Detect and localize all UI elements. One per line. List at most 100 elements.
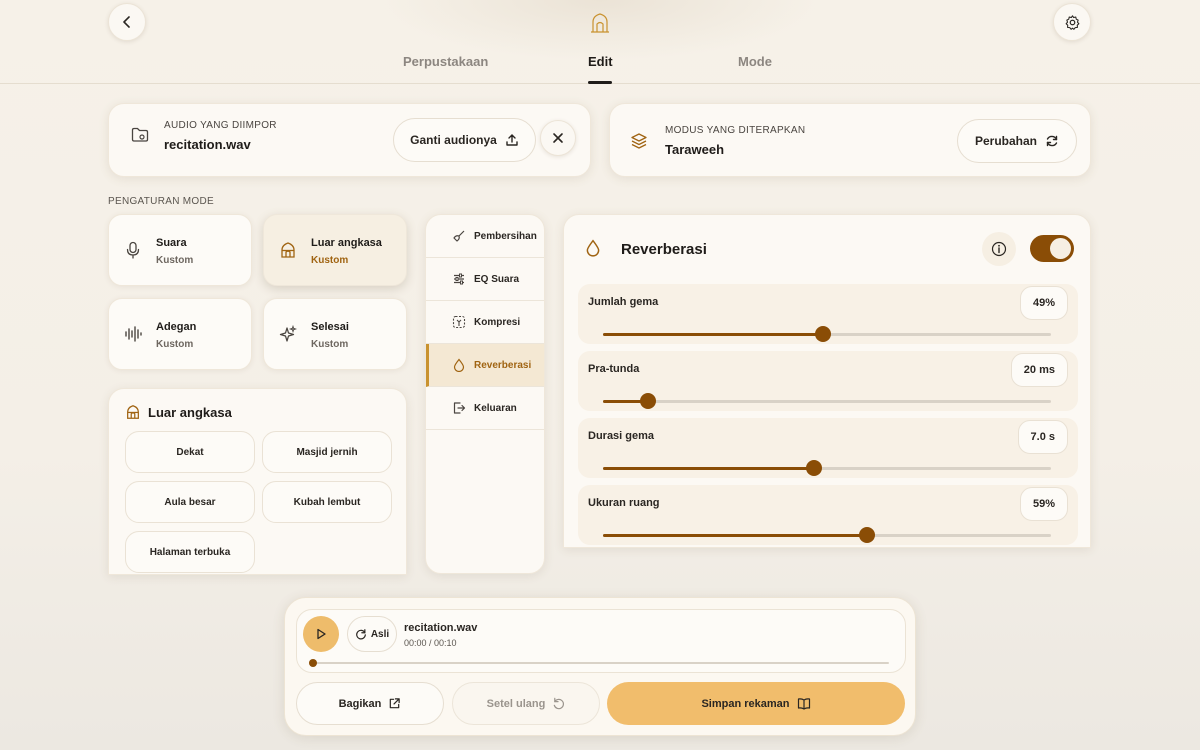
mode-tile-finish[interactable]: Selesai Kustom [263,298,407,370]
sliders-icon [454,273,464,285]
share-icon [390,698,401,709]
audio-caption: AUDIO YANG DIIMPOR [164,120,277,131]
mode-tile-space[interactable]: Luar angkasa Kustom [263,214,407,286]
microphone-icon [126,241,140,259]
param-value-box[interactable]: 49% [1019,286,1068,320]
layers-icon [631,133,647,149]
mode-tile-sub: Kustom [311,255,349,266]
param-row-decay-time: Durasi gema 7.0 s [578,418,1078,478]
back-button[interactable] [108,3,146,41]
player-file-name: recitation.wav [404,622,478,634]
refresh-icon [355,629,366,640]
active-tab-indicator [588,81,612,84]
refresh-icon [1046,135,1058,147]
param-value-box[interactable]: 7.0 s [1017,420,1068,454]
tab-library[interactable]: Perpustakaan [403,54,488,69]
reset-button[interactable]: Setel ulang [452,682,600,725]
param-row-wet-amount: Jumlah gema 49% [578,284,1078,344]
slider-thumb[interactable] [859,527,876,543]
preset-great-hall[interactable]: Aula besar [125,481,255,523]
folder-audio-icon [131,127,149,142]
space-presets-card: Luar angkasa Dekat Masjid jernih Aula be… [108,388,407,575]
slider-thumb[interactable] [814,326,831,342]
mode-tile-scene[interactable]: Adegan Kustom [108,298,252,370]
change-mode-label: Perubahan [974,134,1037,148]
reverb-enable-toggle[interactable] [1030,235,1074,262]
original-label: Asli [370,628,390,640]
compress-icon [452,315,466,329]
tab-edit[interactable]: Edit [588,54,613,69]
chevron-left-icon [123,16,130,28]
share-button[interactable]: Bagikan [296,682,444,725]
slider-fill [603,534,868,537]
effect-item-cleanup[interactable]: Pembersihan [426,215,544,258]
mode-tile-title: Luar angkasa [311,237,382,249]
mosque-logo-icon [591,13,609,33]
sparkle-icon [279,325,297,342]
mode-tile-voice[interactable]: Suara Kustom [108,214,252,286]
save-recording-button[interactable]: Simpan rekaman [607,682,905,725]
change-mode-button[interactable]: Perubahan [957,119,1077,163]
droplet-icon [453,358,465,372]
param-slider[interactable] [603,460,1051,476]
info-icon [991,241,1007,257]
param-label: Jumlah gema [588,296,659,308]
mosque-icon [281,242,295,258]
droplet-icon [586,239,600,257]
playback-thumb[interactable] [309,659,317,667]
mode-tile-sub: Kustom [156,339,194,350]
save-label: Simpan rekaman [701,697,790,710]
effect-label: EQ Suara [474,273,520,285]
output-icon [453,402,466,414]
player-bar: Asli recitation.wav 00:00 / 00:10 [296,609,906,673]
settings-button[interactable] [1053,3,1091,41]
effect-label: Pembersihan [474,230,537,242]
slider-thumb[interactable] [805,460,822,476]
param-row-room-size: Ukuran ruang 59% [578,485,1078,545]
effect-label: Kompresi [474,316,521,328]
mosque-icon [127,405,139,419]
close-icon [553,133,563,143]
param-slider[interactable] [603,527,1051,543]
mode-caption: MODUS YANG DITERAPKAN [665,125,806,136]
param-value-box[interactable]: 20 ms [1010,353,1068,387]
toggle-knob [1050,238,1071,259]
broom-icon [453,230,465,242]
effect-item-voice-eq[interactable]: EQ Suara [426,258,544,301]
change-audio-button[interactable]: Ganti audionya [393,118,536,162]
waveform-icon [125,326,142,342]
tab-mode[interactable]: Mode [738,54,772,69]
effect-item-reverb[interactable]: Reverberasi [426,344,544,387]
share-label: Bagikan [338,697,382,710]
playback-progress-bar[interactable] [309,659,889,667]
main-tabs: Perpustakaan Edit Mode [0,40,1200,84]
play-button[interactable] [303,616,339,652]
change-audio-label: Ganti audionya [410,133,497,147]
reverb-title: Reverberasi [621,241,707,258]
param-value-box[interactable]: 59% [1019,487,1068,521]
upload-icon [506,134,518,146]
param-slider[interactable] [603,393,1051,409]
slider-thumb[interactable] [639,393,656,409]
preset-clear-mosque[interactable]: Masjid jernih [262,431,392,473]
mode-tile-title: Suara [156,237,187,249]
effect-item-compression[interactable]: Kompresi [426,301,544,344]
preset-near[interactable]: Dekat [125,431,255,473]
mode-tile-title: Adegan [156,321,197,333]
param-row-pre-delay: Pra-tunda 20 ms [578,351,1078,411]
reverb-info-button[interactable] [982,232,1016,266]
play-icon [317,628,326,640]
param-slider[interactable] [603,326,1051,342]
remove-audio-button[interactable] [540,120,576,156]
preset-open-courtyard[interactable]: Halaman terbuka [125,531,255,573]
effect-label: Keluaran [474,402,517,414]
reverb-panel: Reverberasi Jumlah gema 49% Pra-tunda 20… [563,214,1091,548]
book-icon [797,698,810,710]
mode-tile-sub: Kustom [311,339,349,350]
effect-item-output[interactable]: Keluaran [426,387,544,430]
audio-file-name: recitation.wav [164,137,251,152]
preset-soft-dome[interactable]: Kubah lembut [262,481,392,523]
param-label: Ukuran ruang [588,497,660,509]
original-toggle-button[interactable]: Asli [347,616,397,652]
presets-title: Luar angkasa [148,405,232,420]
